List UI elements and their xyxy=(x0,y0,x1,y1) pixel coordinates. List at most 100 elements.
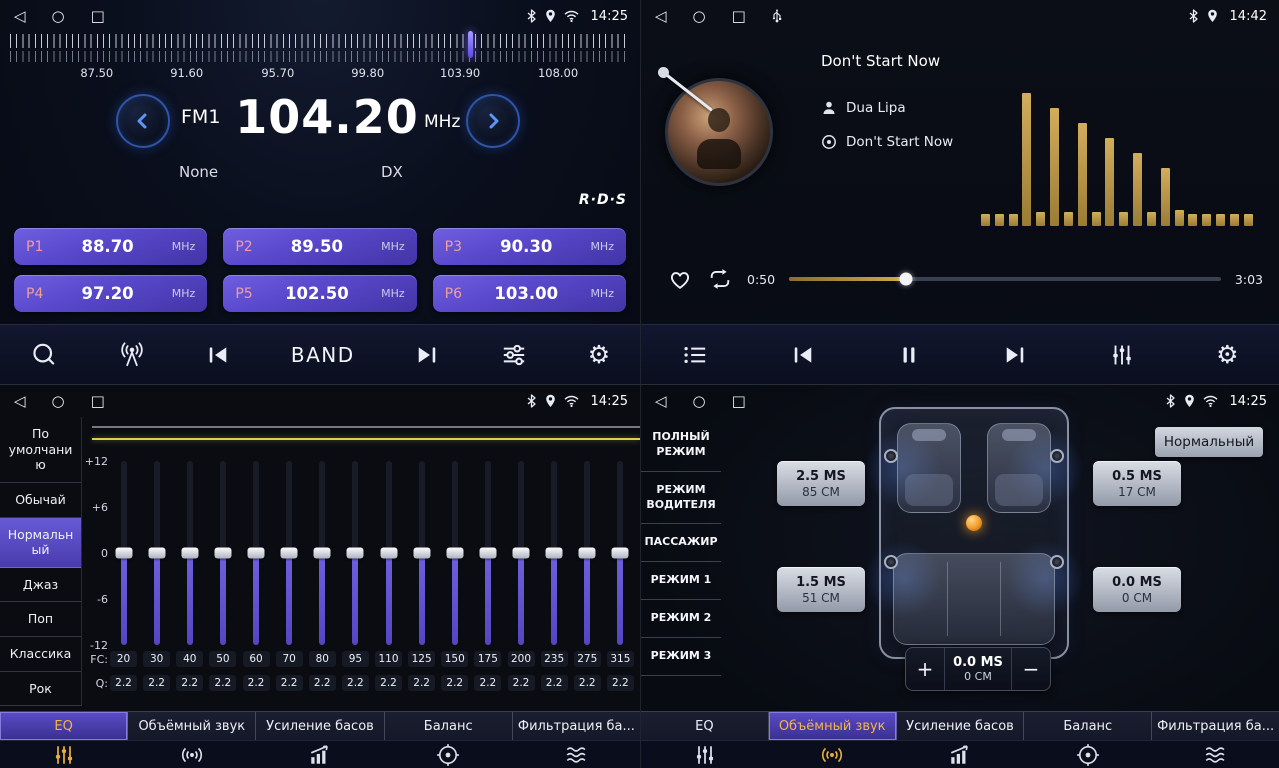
slider-thumb[interactable] xyxy=(513,548,530,559)
eq-band-slider[interactable] xyxy=(607,461,634,645)
eq-preset-item[interactable]: По умолчанию xyxy=(0,417,81,483)
eq-band-slider[interactable] xyxy=(209,461,236,645)
surround-mode-item[interactable]: РЕЖИМ 1 xyxy=(641,562,721,600)
playlist-button[interactable] xyxy=(681,341,709,369)
preset-button-p2[interactable]: P289.50MHz xyxy=(223,228,416,265)
eq-band-slider[interactable] xyxy=(110,461,137,645)
bass-icon[interactable] xyxy=(256,741,384,768)
eq-preset-item[interactable]: Джаз xyxy=(0,568,81,603)
delay-rear-left-button[interactable]: 1.5 MS51 CM xyxy=(777,567,865,612)
slider-thumb[interactable] xyxy=(214,548,231,559)
slider-thumb[interactable] xyxy=(546,548,563,559)
settings-button[interactable]: ⚙ xyxy=(588,342,610,367)
slider-thumb[interactable] xyxy=(380,548,397,559)
surround-mode-item[interactable]: ПАССАЖИР xyxy=(641,524,721,562)
surround-mode-item[interactable]: РЕЖИМ 2 xyxy=(641,600,721,638)
tune-up-button[interactable] xyxy=(466,94,520,148)
eq-settings-button[interactable] xyxy=(500,341,528,369)
settings-button[interactable]: ⚙ xyxy=(1216,342,1238,367)
slider-thumb[interactable] xyxy=(413,548,430,559)
mixer-button[interactable] xyxy=(1109,342,1135,368)
eq-band-slider[interactable] xyxy=(574,461,601,645)
listening-position-marker[interactable] xyxy=(966,515,982,531)
eq-band-slider[interactable] xyxy=(243,461,270,645)
nav-back-icon[interactable]: ◁ xyxy=(14,9,26,24)
tab-balance[interactable]: Баланс xyxy=(385,712,513,740)
slider-thumb[interactable] xyxy=(579,548,596,559)
next-track-button[interactable] xyxy=(1002,342,1028,368)
filter-icon[interactable] xyxy=(1151,741,1279,768)
tab-balance[interactable]: Баланс xyxy=(1024,712,1152,740)
nav-home-icon[interactable]: ○ xyxy=(693,9,706,24)
eq-band-slider[interactable] xyxy=(309,461,336,645)
previous-track-button[interactable] xyxy=(790,342,816,368)
nav-recents-icon[interactable]: □ xyxy=(91,394,105,409)
repeat-button[interactable] xyxy=(707,266,733,292)
eq-preset-item[interactable]: Нормальный xyxy=(0,518,81,568)
previous-station-button[interactable] xyxy=(205,342,231,368)
eq-icon[interactable] xyxy=(0,741,128,768)
scan-button[interactable] xyxy=(30,341,58,369)
slider-thumb[interactable] xyxy=(281,548,298,559)
preset-button-p4[interactable]: P497.20MHz xyxy=(14,275,207,312)
slider-thumb[interactable] xyxy=(479,548,496,559)
preset-button-p3[interactable]: P390.30MHz xyxy=(433,228,626,265)
eq-band-slider[interactable] xyxy=(342,461,369,645)
eq-band-slider[interactable] xyxy=(508,461,535,645)
eq-preset-item[interactable]: Классика xyxy=(0,637,81,672)
delay-front-right-button[interactable]: 0.5 MS17 CM xyxy=(1093,461,1181,506)
eq-band-slider[interactable] xyxy=(441,461,468,645)
surround-icon[interactable] xyxy=(769,741,897,768)
eq-band-slider[interactable] xyxy=(375,461,402,645)
slider-thumb[interactable] xyxy=(115,548,132,559)
album-art[interactable] xyxy=(665,78,773,186)
nav-home-icon[interactable]: ○ xyxy=(52,394,65,409)
slider-thumb[interactable] xyxy=(181,548,198,559)
next-station-button[interactable] xyxy=(414,342,440,368)
eq-band-slider[interactable] xyxy=(143,461,170,645)
eq-band-slider[interactable] xyxy=(474,461,501,645)
tab-bass[interactable]: Усиление басов xyxy=(897,712,1025,740)
tab-eq[interactable]: EQ xyxy=(0,712,128,740)
decrease-delay-button[interactable]: − xyxy=(1012,648,1050,690)
slider-thumb[interactable] xyxy=(347,548,364,559)
filter-icon[interactable] xyxy=(512,741,640,768)
nav-recents-icon[interactable]: □ xyxy=(732,9,746,24)
nav-home-icon[interactable]: ○ xyxy=(693,394,706,409)
slider-thumb[interactable] xyxy=(148,548,165,559)
eq-band-slider[interactable] xyxy=(408,461,435,645)
surround-mode-item[interactable]: РЕЖИМ 3 xyxy=(641,638,721,676)
tab-eq[interactable]: EQ xyxy=(641,712,769,740)
tab-surround[interactable]: Объёмный звук xyxy=(769,712,897,740)
preset-button-p6[interactable]: P6103.00MHz xyxy=(433,275,626,312)
increase-delay-button[interactable]: + xyxy=(906,648,944,690)
slider-thumb[interactable] xyxy=(446,548,463,559)
surround-preset-button[interactable]: Нормальный xyxy=(1155,427,1263,457)
tab-bass[interactable]: Усиление басов xyxy=(256,712,384,740)
slider-thumb[interactable] xyxy=(314,548,331,559)
preset-button-p1[interactable]: P188.70MHz xyxy=(14,228,207,265)
nav-home-icon[interactable]: ○ xyxy=(52,9,65,24)
tab-filter[interactable]: Фильтрация ба... xyxy=(513,712,640,740)
tab-filter[interactable]: Фильтрация ба... xyxy=(1152,712,1279,740)
eq-band-slider[interactable] xyxy=(276,461,303,645)
eq-preset-item[interactable]: Поп xyxy=(0,602,81,637)
slider-thumb[interactable] xyxy=(612,548,629,559)
nav-recents-icon[interactable]: □ xyxy=(732,394,746,409)
eq-band-slider[interactable] xyxy=(541,461,568,645)
nav-recents-icon[interactable]: □ xyxy=(91,9,105,24)
delay-rear-right-button[interactable]: 0.0 MS0 CM xyxy=(1093,567,1181,612)
frequency-scale[interactable]: 87.50 91.60 95.70 99.80 103.90 108.00 xyxy=(10,34,630,82)
eq-icon[interactable] xyxy=(641,741,769,768)
progress-bar[interactable] xyxy=(789,277,1221,281)
slider-thumb[interactable] xyxy=(248,548,265,559)
surround-mode-item[interactable]: РЕЖИМ ВОДИТЕЛЯ xyxy=(641,472,721,525)
favorite-button[interactable] xyxy=(667,266,693,292)
band-button[interactable]: BAND xyxy=(291,343,355,367)
tuning-indicator[interactable] xyxy=(468,31,473,58)
eq-preset-item[interactable]: Рок xyxy=(0,672,81,707)
preset-button-p5[interactable]: P5102.50MHz xyxy=(223,275,416,312)
delay-front-left-button[interactable]: 2.5 MS85 CM xyxy=(777,461,865,506)
surround-mode-item[interactable]: ПОЛНЫЙ РЕЖИМ xyxy=(641,419,721,472)
progress-knob[interactable] xyxy=(899,273,912,286)
